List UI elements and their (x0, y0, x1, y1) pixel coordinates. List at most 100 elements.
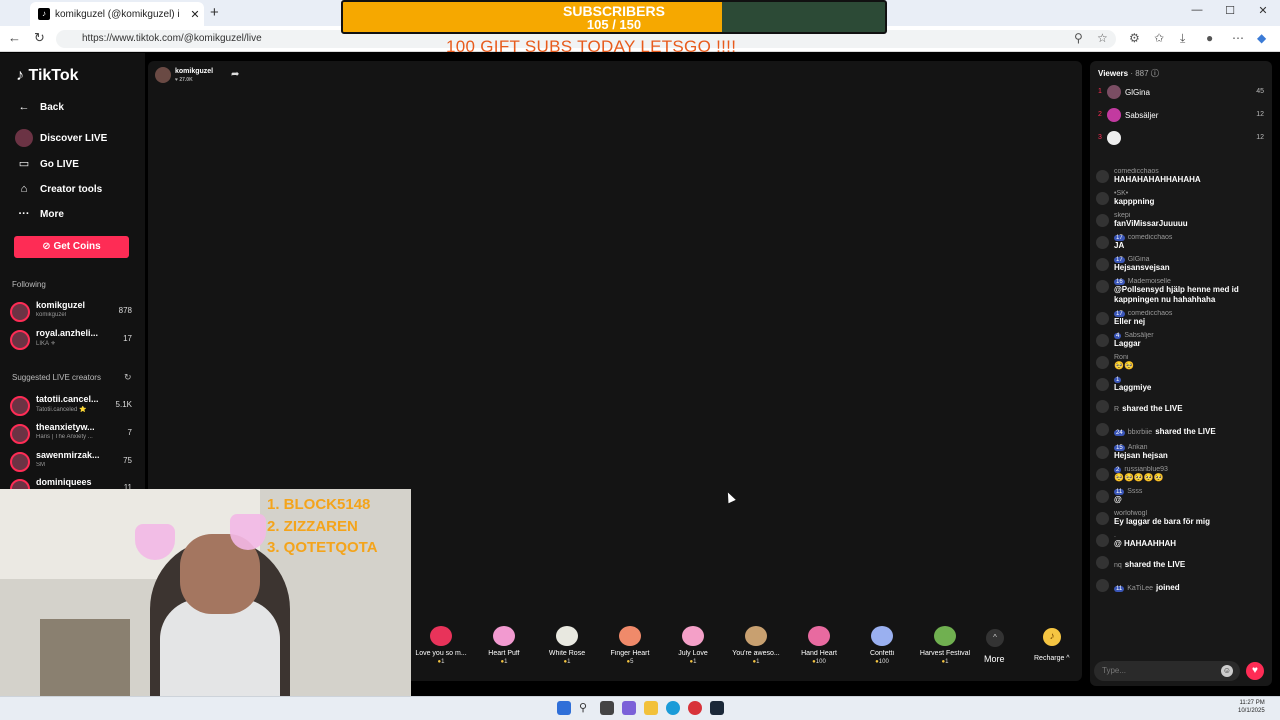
streamer-info[interactable]: komikguzel ♥ 27.0K (155, 67, 225, 85)
minimize-icon[interactable]: — (1182, 4, 1212, 16)
ranking-row[interactable]: 2 Sabsäljer 12 (1098, 108, 1266, 126)
chat-username[interactable]: 16 Mademoiselle (1114, 278, 1266, 285)
file-explorer-icon[interactable] (644, 701, 658, 715)
extensions-icon[interactable]: ⚙ (1129, 31, 1140, 45)
chat-message[interactable]: 17 GlGina Hejsansvejsan (1096, 256, 1266, 273)
gift-item[interactable]: Hand Heart 100 (789, 622, 849, 665)
chat-message[interactable]: 24 bbxrbiie shared the LIVE (1096, 421, 1266, 439)
chat-username[interactable]: 4 Sabsäljer (1114, 332, 1266, 339)
chat-message[interactable]: 15 Ankan Hejsan hejsan (1096, 444, 1266, 461)
system-clock[interactable]: 11:27 PM 10/1/2025 (1238, 699, 1265, 715)
chat-message[interactable]: 16 Mademoiselle @Pollsensyd hjälp henne me… (1096, 278, 1266, 305)
chat-list[interactable]: comedicchaos HAHAHAHAHHAHAHA •SK• kapppning… (1096, 168, 1266, 658)
heart-button[interactable]: ♥ (1246, 662, 1264, 680)
chat-username[interactable]: 17 GlGina (1114, 256, 1266, 263)
chat-message[interactable]: Rshared the LIVE (1096, 398, 1266, 416)
chat-username[interactable]: R (1114, 406, 1119, 413)
gift-more-icon[interactable]: ^ (986, 629, 1004, 647)
nav-discover-live[interactable]: Discover LIVE (15, 129, 107, 147)
chat-username[interactable]: •SK• (1114, 190, 1266, 197)
chat-message[interactable]: 11 Ssss @ (1096, 488, 1266, 505)
coin-icon[interactable]: ♪ (1043, 628, 1061, 646)
refresh-icon[interactable]: ↻ (34, 30, 45, 46)
back-arrow-icon[interactable]: ← (8, 30, 21, 45)
chat-username[interactable]: 15 Ankan (1114, 444, 1266, 451)
chat-username[interactable]: . (1114, 532, 1266, 539)
chat-message[interactable]: 11 KaTiLee joined (1096, 577, 1266, 595)
gift-item[interactable]: Confetti 100 (852, 622, 912, 665)
gift-more-label[interactable]: More (984, 654, 1005, 664)
following-item[interactable]: royal.anzheli... LIKA ⚜ 17 (10, 328, 135, 352)
chat-message[interactable]: •SK• kapppning (1096, 190, 1266, 207)
chat-username[interactable]: 1 (1114, 376, 1266, 383)
ranking-row[interactable]: 1 GlGina 45 (1098, 85, 1266, 103)
viewers-header[interactable]: Viewers · 887 ⓘ (1098, 68, 1159, 79)
downloads-icon[interactable]: ⤓ (1180, 31, 1185, 46)
chat-username[interactable]: nq (1114, 562, 1122, 569)
refresh-suggestions-icon[interactable]: ↻ (124, 372, 132, 383)
steam-icon[interactable] (710, 701, 724, 715)
nav-go-live[interactable]: ▭ Go LIVE (15, 155, 79, 173)
browser-tab[interactable]: ♪ komikguzel (@komikguzel) i ✕ (30, 2, 204, 26)
chat-username[interactable]: 2 russianblue93 (1114, 466, 1266, 473)
chat-message[interactable]: 17 comedicchaos Eller nej (1096, 310, 1266, 327)
nav-creator-tools[interactable]: ⌂ Creator tools (15, 180, 103, 198)
nav-more[interactable]: ··· More (15, 205, 64, 223)
maximize-icon[interactable]: ☐ (1215, 4, 1245, 17)
copilot-icon[interactable]: ◆ (1257, 31, 1266, 45)
tiktok-logo[interactable]: ♪ TikTok (16, 67, 79, 85)
copilot-app-icon[interactable] (622, 701, 636, 715)
gift-item[interactable]: Love you so m... 1 (411, 622, 471, 665)
task-view-icon[interactable] (600, 701, 614, 715)
chat-username[interactable]: Roni (1114, 354, 1266, 361)
new-tab-icon[interactable]: + (210, 4, 219, 21)
gift-item[interactable]: Finger Heart 5 (600, 622, 660, 665)
chat-username[interactable]: 17 comedicchaos (1114, 234, 1266, 241)
chat-message[interactable]: 4 Sabsäljer Laggar (1096, 332, 1266, 349)
chat-username[interactable]: 11 KaTiLee (1114, 585, 1153, 592)
close-tab-icon[interactable]: ✕ (186, 8, 204, 21)
chat-message[interactable]: Roni 🥺🥺 (1096, 354, 1266, 371)
chat-message[interactable]: 1 Laggmiye (1096, 376, 1266, 393)
zoom-icon[interactable]: ⚲ (1074, 31, 1083, 45)
following-item[interactable]: komikguzel komikguzel 878 (10, 300, 135, 324)
chat-username[interactable]: 17 comedicchaos (1114, 310, 1266, 317)
chat-message[interactable]: 2 russianblue93 🥺🥺🥺🥺🥺 (1096, 466, 1266, 483)
gift-item[interactable]: July Love 1 (663, 622, 723, 665)
chat-message[interactable]: nq shared the LIVE (1096, 554, 1266, 572)
close-window-icon[interactable]: ✕ (1248, 4, 1278, 17)
suggested-item[interactable]: theanxietyw... Haris | The Anxiety ... 7 (10, 422, 135, 446)
emoji-icon[interactable]: ☺ (1221, 665, 1233, 677)
suggested-item[interactable]: sawenmirzak... SM 75 (10, 450, 135, 474)
share-icon[interactable]: ➦ (231, 69, 239, 80)
chat-input[interactable]: Type... (1094, 661, 1240, 681)
chat-message[interactable]: . @ HAHAAHHAH (1096, 532, 1266, 549)
gift-item[interactable]: You're aweso... 1 (726, 622, 786, 665)
favorites-icon[interactable]: ✩ (1154, 31, 1164, 45)
chat-message[interactable]: skepi fanViMissarJuuuuu (1096, 212, 1266, 229)
chat-message[interactable]: 17 comedicchaos JA (1096, 234, 1266, 251)
chat-message[interactable]: worlofwogl Ey laggar de bara för mig (1096, 510, 1266, 527)
search-icon[interactable]: ⚲ (579, 701, 593, 715)
chat-username[interactable]: 11 Ssss (1114, 488, 1266, 495)
recharge-button[interactable]: Recharge ^ (1034, 655, 1070, 662)
gift-item[interactable]: White Rose 1 (537, 622, 597, 665)
favorite-star-icon[interactable]: ☆ (1097, 31, 1108, 45)
back-link[interactable]: ← Back (15, 98, 64, 116)
suggested-item[interactable]: tatotii.cancel... Tatotii.canceled ⭐ 5.1… (10, 394, 135, 418)
chrome-icon[interactable] (688, 701, 702, 715)
chat-username[interactable]: skepi (1114, 212, 1266, 219)
edge-icon[interactable] (666, 701, 680, 715)
info-icon[interactable]: ⓘ (1151, 69, 1159, 78)
chat-message[interactable]: comedicchaos HAHAHAHAHHAHAHA (1096, 168, 1266, 185)
gift-item[interactable]: Heart Puff 1 (474, 622, 534, 665)
ranking-row[interactable]: 3 12 (1098, 131, 1266, 149)
gift-item[interactable]: Harvest Festival 1 (915, 622, 975, 665)
windows-start-icon[interactable] (557, 701, 571, 715)
profile-avatar-icon[interactable]: ● (1206, 31, 1213, 45)
menu-dots-icon[interactable]: ⋯ (1232, 31, 1244, 45)
chat-username[interactable]: worlofwogl (1114, 510, 1266, 517)
get-coins-button[interactable]: ⊘ Get Coins (14, 236, 129, 258)
chat-username[interactable]: comedicchaos (1114, 168, 1266, 175)
chat-username[interactable]: 24 bbxrbiie (1114, 429, 1152, 436)
